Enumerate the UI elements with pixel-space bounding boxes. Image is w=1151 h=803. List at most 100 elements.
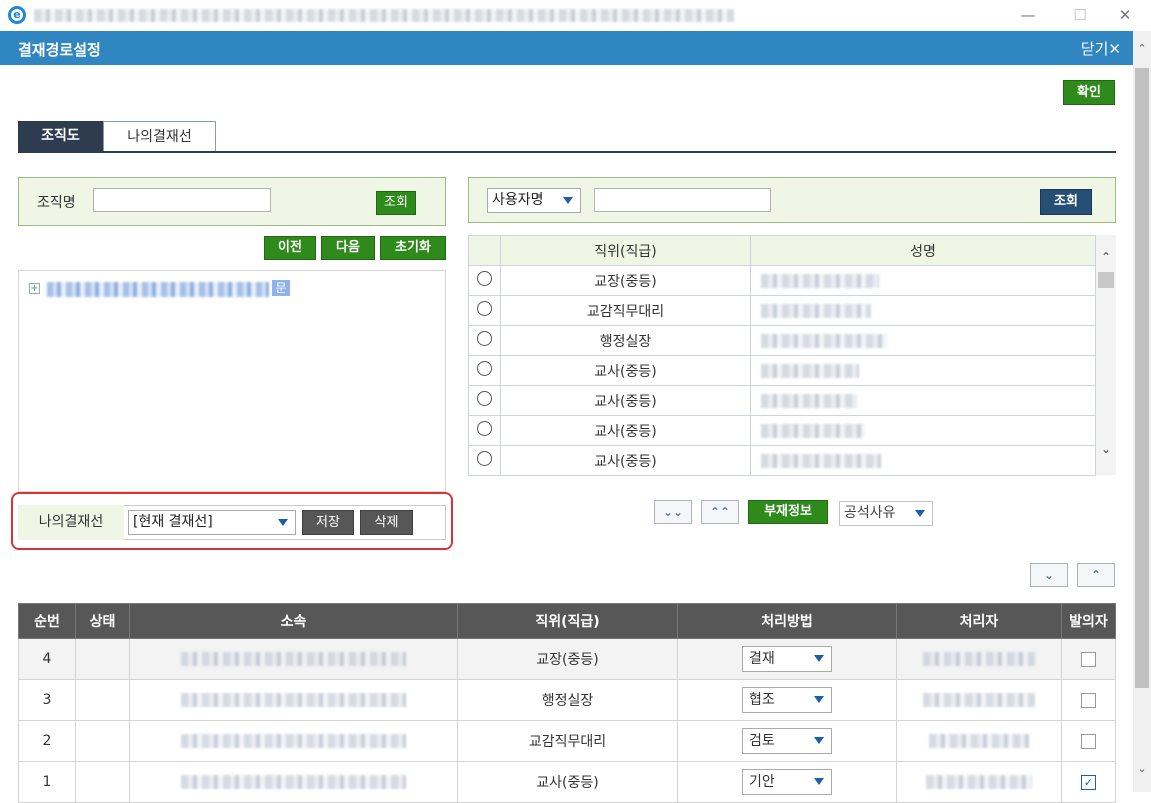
row-move-up-button[interactable]: ⌃: [1077, 563, 1115, 587]
absence-info-button[interactable]: 부재정보: [748, 500, 828, 524]
scroll-up-icon[interactable]: ⌃: [1097, 250, 1115, 264]
approval-line-table: 순번 상태 소속 직위(직급) 처리방법 처리자 발의자 4 교장(중등) 결재…: [18, 603, 1116, 803]
method-value: 결재: [749, 651, 775, 667]
user-name-redacted: [761, 453, 881, 468]
dialog-close-button[interactable]: 닫기✕: [1081, 38, 1121, 59]
absence-reason-value: 공석사유: [844, 505, 896, 521]
next-button[interactable]: 다음: [321, 236, 375, 260]
my-line-selected-value: [현재 결재선]: [133, 514, 213, 530]
maximize-button[interactable]: ☐: [1065, 5, 1095, 25]
dropdown-arrow-icon: [278, 519, 288, 526]
user-radio[interactable]: [477, 451, 492, 466]
table-row[interactable]: 교사(중등): [468, 385, 1096, 416]
tab-underline: [18, 151, 1116, 153]
browser-icon: e: [8, 6, 26, 24]
approval-status: [75, 720, 130, 762]
dropdown-arrow-icon: [814, 696, 824, 703]
move-up-all-button[interactable]: ⌃⌃: [701, 500, 739, 524]
confirm-button[interactable]: 확인: [1063, 80, 1115, 105]
org-search-button[interactable]: 조회: [376, 191, 416, 215]
tab-org-chart[interactable]: 조직도: [18, 121, 103, 152]
dropdown-arrow-icon: [915, 510, 925, 517]
org-tree-panel: [18, 270, 446, 492]
approval-order: 2: [18, 720, 76, 762]
method-select[interactable]: 검토: [742, 728, 832, 754]
user-name-redacted: [761, 333, 887, 348]
table-row[interactable]: 행정실장: [468, 325, 1096, 356]
scroll-down-arrow-icon[interactable]: ⌄: [1133, 760, 1151, 778]
proposer-checkbox[interactable]: [1081, 651, 1096, 667]
user-position: 교감직무대리: [500, 295, 751, 326]
col-method: 처리방법: [677, 603, 897, 639]
prev-button[interactable]: 이전: [264, 236, 316, 260]
window-close-button[interactable]: ✕: [1110, 5, 1140, 25]
user-position: 교장(중등): [500, 265, 751, 296]
my-line-save-button[interactable]: 저장: [302, 510, 354, 535]
approval-order: 1: [18, 761, 76, 803]
department-redacted: [181, 652, 406, 666]
user-name-redacted: [761, 423, 865, 438]
user-position: 교사(중등): [500, 445, 751, 476]
scroll-up-arrow-icon[interactable]: ⌃: [1133, 40, 1151, 58]
method-select[interactable]: 기안: [742, 769, 832, 795]
processor-redacted: [926, 775, 1032, 789]
table-row[interactable]: 1 교사(중등) 기안 ✓: [18, 761, 1116, 803]
dropdown-arrow-icon: [814, 655, 824, 662]
absence-reason-select[interactable]: 공석사유: [839, 501, 933, 526]
user-radio[interactable]: [477, 331, 492, 346]
table-row[interactable]: 4 교장(중등) 결재: [18, 638, 1116, 680]
proposer-checkbox[interactable]: [1081, 733, 1096, 749]
user-table-scroll-thumb[interactable]: [1098, 272, 1114, 288]
user-radio[interactable]: [477, 361, 492, 376]
tree-expand-icon[interactable]: +: [29, 283, 40, 294]
col-position: 직위(직급): [457, 603, 678, 639]
reset-button[interactable]: 초기화: [380, 236, 446, 260]
scroll-down-icon[interactable]: ⌄: [1097, 442, 1115, 456]
move-down-all-button[interactable]: ⌄⌄: [654, 500, 692, 524]
org-name-label: 조직명: [37, 195, 76, 211]
window-title-redacted: [34, 9, 734, 22]
user-search-button[interactable]: 조회: [1040, 189, 1092, 215]
tree-node-badge: 문: [272, 280, 290, 296]
page-scroll-thumb[interactable]: [1135, 68, 1149, 688]
my-line-delete-button[interactable]: 삭제: [360, 510, 413, 535]
user-radio[interactable]: [477, 421, 492, 436]
approval-status: [75, 679, 130, 721]
approval-status: [75, 638, 130, 680]
proposer-checkbox[interactable]: ✓: [1081, 774, 1096, 790]
table-row[interactable]: 교사(중등): [468, 445, 1096, 476]
row-move-down-button[interactable]: ⌄: [1030, 563, 1068, 587]
minimize-button[interactable]: —: [1013, 5, 1043, 25]
user-search-field-select[interactable]: 사용자명: [487, 188, 581, 213]
user-position: 교사(중등): [500, 355, 751, 386]
user-search-field-value: 사용자명: [492, 192, 544, 208]
org-name-input[interactable]: [93, 188, 271, 212]
table-row[interactable]: 교사(중등): [468, 415, 1096, 446]
table-row[interactable]: 3 행정실장 협조: [18, 679, 1116, 721]
table-row[interactable]: 교사(중등): [468, 355, 1096, 386]
method-select[interactable]: 결재: [742, 646, 832, 672]
processor-redacted: [923, 652, 1035, 666]
tab-my-approval-line[interactable]: 나의결재선: [103, 121, 216, 152]
user-radio[interactable]: [477, 301, 492, 316]
user-radio[interactable]: [477, 391, 492, 406]
table-row[interactable]: 교장(중등): [468, 265, 1096, 296]
dropdown-arrow-icon: [814, 737, 824, 744]
user-name-redacted: [761, 393, 857, 408]
dialog-title: 결재경로설정: [18, 41, 101, 59]
user-table-scrollbar[interactable]: [1096, 235, 1116, 475]
dropdown-arrow-icon: [814, 778, 824, 785]
approval-status: [75, 761, 130, 803]
proposer-checkbox[interactable]: [1081, 692, 1096, 708]
table-row[interactable]: 2 교감직무대리 검토: [18, 720, 1116, 762]
col-processor: 처리자: [896, 603, 1062, 639]
department-redacted: [181, 693, 406, 707]
user-radio[interactable]: [477, 271, 492, 286]
table-row[interactable]: 교감직무대리: [468, 295, 1096, 326]
my-line-select[interactable]: [현재 결재선]: [128, 510, 296, 535]
tree-node-redacted[interactable]: [47, 282, 269, 297]
user-name-input[interactable]: [594, 188, 771, 212]
method-select[interactable]: 협조: [742, 687, 832, 713]
approval-order: 4: [18, 638, 76, 680]
col-order: 순번: [18, 603, 76, 639]
